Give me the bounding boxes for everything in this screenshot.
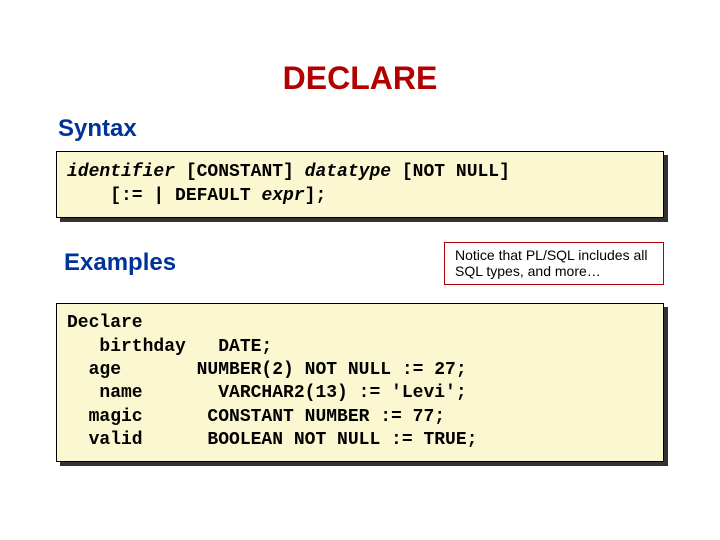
syntax-identifier: identifier [67,162,175,182]
syntax-line2-post: ]; [305,186,327,206]
syntax-text: identifier [CONSTANT] datatype [NOT NULL… [67,160,653,209]
examples-code: Declare birthday DATE; age NUMBER(2) NOT… [67,312,653,452]
syntax-expr: expr [261,186,304,206]
syntax-datatype: datatype [305,162,391,182]
syntax-constant: [CONSTANT] [175,162,305,182]
syntax-notnull: [NOT NULL] [391,162,510,182]
examples-box: Declare birthday DATE; age NUMBER(2) NOT… [56,303,664,461]
syntax-label: Syntax [58,115,670,143]
syntax-line2-pre: [:= | DEFAULT [67,186,261,206]
notice-box: Notice that PL/SQL includes all SQL type… [444,242,664,286]
page-title: DECLARE [50,60,670,97]
examples-row: Examples Notice that PL/SQL includes all… [56,242,664,286]
slide: DECLARE Syntax identifier [CONSTANT] dat… [0,0,720,540]
examples-label: Examples [64,249,176,277]
syntax-box: identifier [CONSTANT] datatype [NOT NULL… [56,151,664,218]
